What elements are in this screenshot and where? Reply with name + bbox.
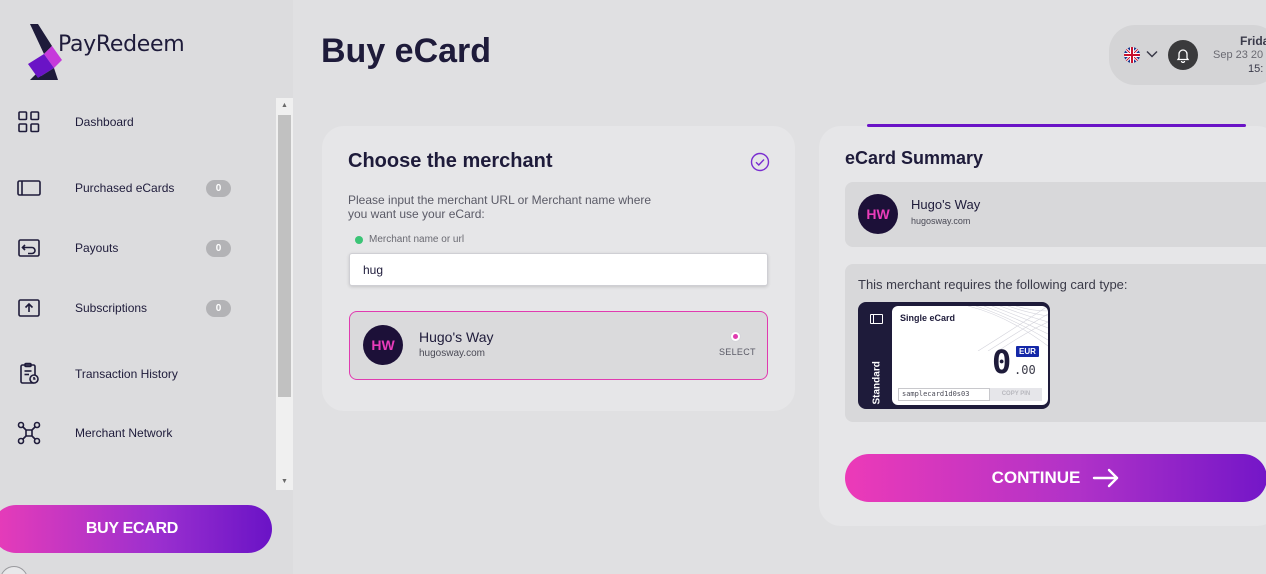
sidebar: PayRedeem Dashboard Purchased eCards 0 P… [0, 0, 293, 574]
continue-label: CONTINUE [991, 468, 1081, 487]
brand-name: PayRedeem [58, 32, 185, 57]
page-title: Buy eCard [321, 32, 492, 70]
status-dot [355, 235, 363, 244]
scroll-down-arrow-icon[interactable]: ▼ [276, 474, 293, 490]
avatar[interactable] [0, 566, 28, 574]
date-date: Sep 23 20 [1213, 49, 1264, 61]
merchant-help-text: Please input the merchant URL or Merchan… [348, 193, 652, 221]
sidebar-item-subscriptions[interactable]: Subscriptions 0 [0, 288, 276, 328]
count-badge: 0 [206, 239, 231, 257]
ecard-cents: .00 [1014, 363, 1036, 377]
ecard-side-strip: Standard [860, 304, 892, 407]
continue-button[interactable]: CONTINUE [845, 454, 1266, 502]
summary-title: eCard Summary [845, 148, 984, 168]
copy-pin-button[interactable]: COPY PIN [990, 388, 1042, 401]
sidebar-item-label: Merchant Network [75, 426, 173, 440]
sidebar-nav: Dashboard Purchased eCards 0 Payouts 0 S… [0, 98, 276, 490]
select-radio[interactable] [730, 331, 741, 342]
card-icon [870, 314, 883, 324]
field-label-text: Merchant name or url [369, 234, 465, 245]
sidebar-item-label: Purchased eCards [75, 181, 175, 195]
sidebar-item-label: Subscriptions [75, 301, 148, 315]
sidebar-item-transaction-history[interactable]: Transaction History [0, 354, 276, 394]
scroll-up-arrow-icon[interactable]: ▲ [276, 98, 293, 114]
sidebar-item-label: Dashboard [75, 115, 134, 129]
payredeem-logo-icon [28, 24, 62, 80]
arrow-right-icon [1093, 468, 1119, 488]
merchant-result-name: Hugo's Way [419, 329, 494, 345]
date-day: Frida [1240, 34, 1266, 48]
currency-badge: EUR [1016, 346, 1039, 357]
buy-ecard-button[interactable]: BUY ECARD [0, 505, 272, 553]
ecard-preview: Standard Single eCard 0 EUR .00 sampleca… [858, 302, 1050, 409]
ecard-amount: 0 [992, 343, 1012, 381]
subscription-upload-icon [18, 299, 40, 317]
step-progress-bar [867, 124, 1246, 127]
clipboard-history-icon [20, 362, 39, 384]
merchant-result-row[interactable] [349, 311, 768, 380]
summary-merchant-avatar: HW [858, 194, 898, 234]
sidebar-item-merchant-network[interactable]: Merchant Network [0, 413, 276, 453]
sidebar-item-dashboard[interactable]: Dashboard [0, 102, 276, 142]
merchant-result-url: hugosway.com [419, 348, 485, 359]
card-type-text: This merchant requires the following car… [858, 277, 1128, 292]
count-badge: 0 [206, 299, 231, 317]
sidebar-item-payouts[interactable]: Payouts 0 [0, 228, 276, 268]
sidebar-scrollbar[interactable]: ▲ ▼ [276, 98, 293, 490]
sidebar-item-label: Transaction History [75, 367, 178, 381]
select-label[interactable]: SELECT [719, 347, 756, 357]
bell-icon [1176, 49, 1190, 63]
scroll-thumb[interactable] [278, 115, 291, 397]
payout-icon [18, 239, 40, 257]
date-time: 15: [1248, 63, 1264, 75]
summary-merchant-url: hugosway.com [911, 216, 971, 226]
choose-merchant-title: Choose the merchant [348, 150, 553, 172]
uk-flag-icon[interactable] [1124, 47, 1140, 63]
check-circle-icon [750, 152, 770, 172]
merchant-avatar: HW [363, 325, 403, 365]
ecard-side-label: Standard [871, 361, 883, 405]
ecard-code: samplecard1d0s03 [898, 388, 990, 401]
sidebar-item-label: Payouts [75, 241, 119, 255]
card-icon [17, 180, 41, 196]
count-badge: 0 [206, 179, 231, 197]
notifications-button[interactable] [1168, 40, 1198, 70]
merchant-field-label: Merchant name or url [355, 234, 464, 245]
logo[interactable]: PayRedeem [28, 24, 185, 80]
ecard-type-label: Single eCard [900, 313, 956, 323]
summary-merchant-name: Hugo's Way [911, 197, 981, 212]
ecard-face: Single eCard 0 EUR .00 samplecard1d0s03 … [892, 306, 1048, 405]
sidebar-item-purchased-ecards[interactable]: Purchased eCards 0 [0, 168, 276, 208]
dashboard-grid-icon [18, 111, 40, 133]
summary-merchant-box [845, 182, 1266, 247]
merchant-search-input[interactable] [349, 253, 768, 286]
chevron-down-icon[interactable] [1145, 47, 1159, 61]
network-icon [17, 421, 41, 445]
